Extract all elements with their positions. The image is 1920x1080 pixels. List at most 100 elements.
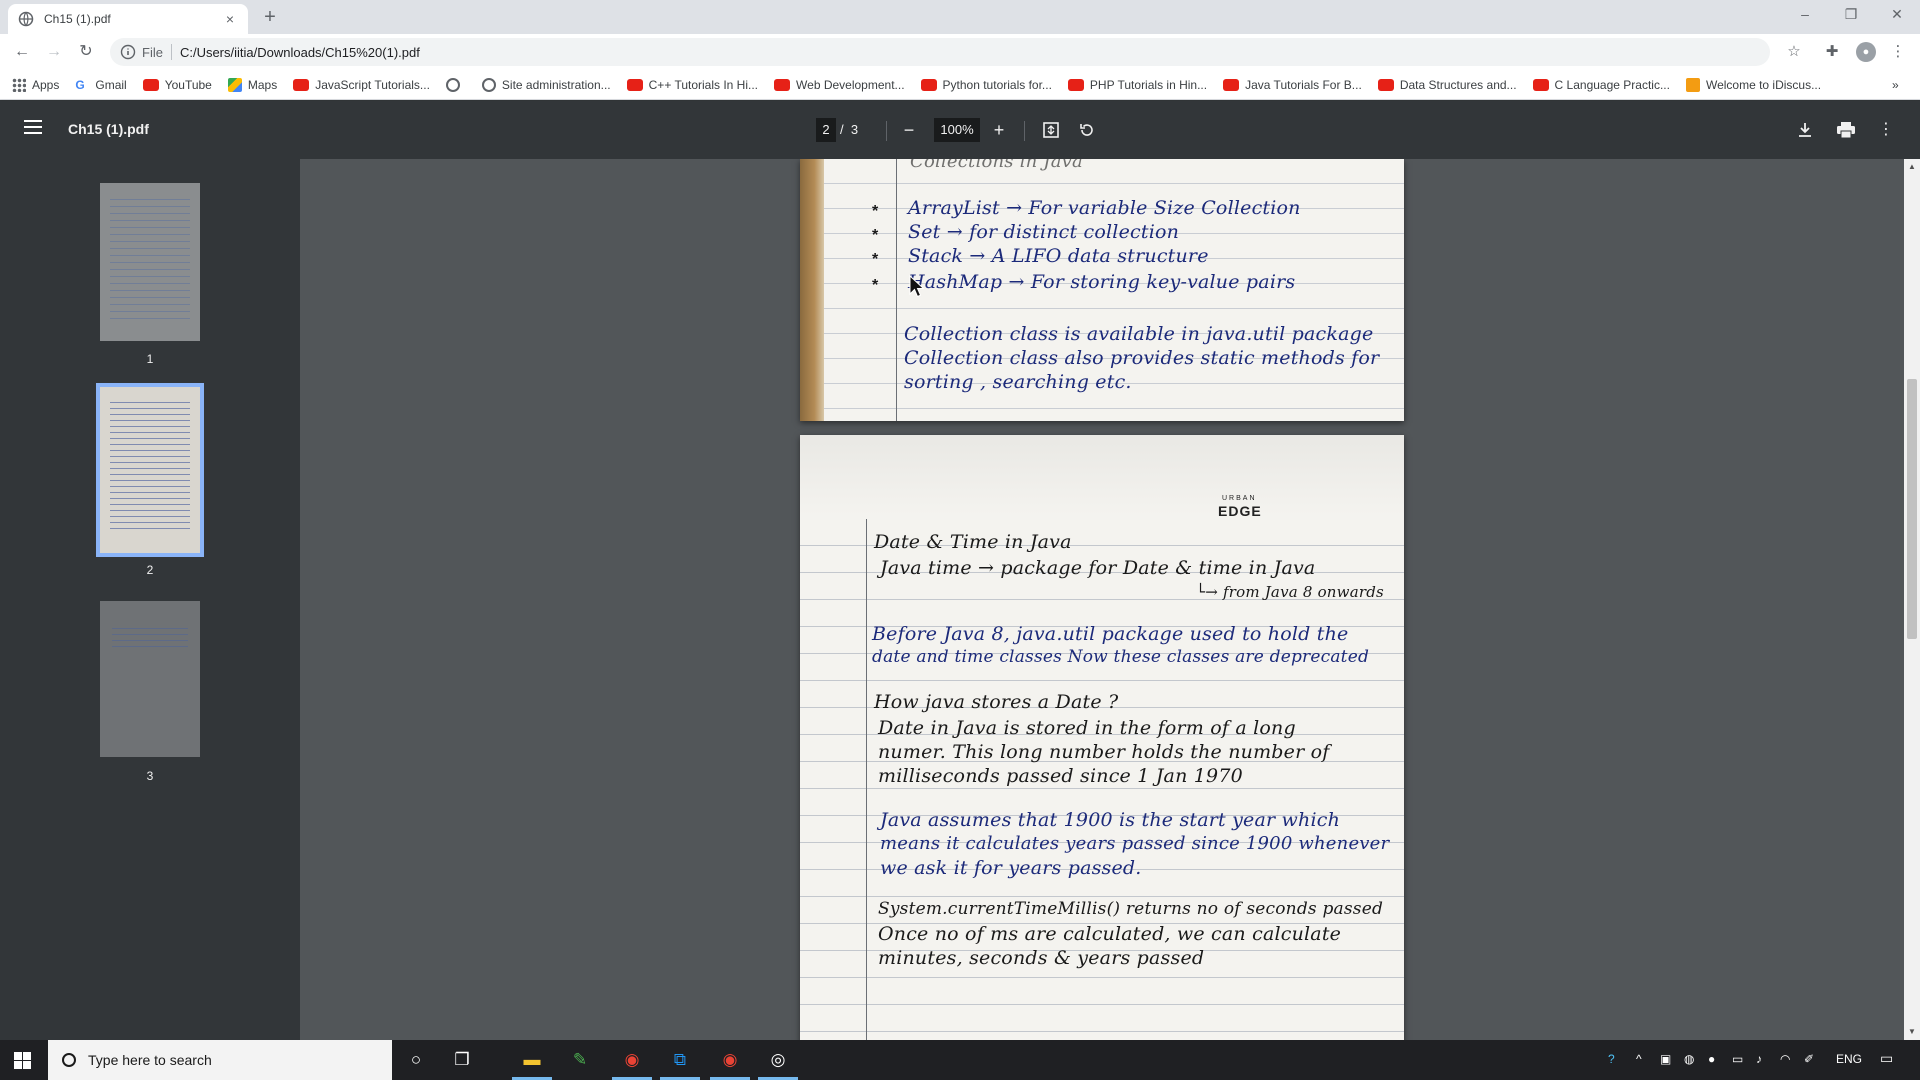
- bookmark-idiscuss[interactable]: Welcome to iDiscus...: [1685, 77, 1821, 92]
- youtube-icon: [1377, 78, 1394, 91]
- brand-small: URBAN: [1222, 495, 1257, 502]
- obs-icon[interactable]: ◎: [766, 1048, 790, 1072]
- taskbar-search-box[interactable]: Type here to search: [48, 1040, 392, 1080]
- bookmark-javascript[interactable]: JavaScript Tutorials...: [293, 78, 430, 92]
- page-thumbnail-1[interactable]: [100, 183, 200, 341]
- thumbnail-label: 2: [146, 563, 154, 577]
- address-url[interactable]: C:/Users/iitia/Downloads/Ch15%20(1).pdf: [180, 45, 420, 60]
- volume-icon[interactable]: ♪: [1756, 1052, 1762, 1066]
- pdf-page-2: URBAN EDGE Date & Time in Java Java time…: [800, 435, 1404, 1040]
- notification-icon[interactable]: ▭: [1880, 1050, 1893, 1067]
- vscode-icon[interactable]: ⧉: [668, 1048, 692, 1072]
- bookmark-cpp[interactable]: C++ Tutorials In Hi...: [626, 78, 758, 92]
- toolbar-divider: [886, 121, 887, 141]
- note-line: numer. This long number holds the number…: [878, 741, 1330, 763]
- bookmark-gmail[interactable]: G Gmail: [75, 78, 126, 92]
- back-arrow-icon[interactable]: ←: [10, 40, 34, 64]
- network-icon[interactable]: ◠: [1780, 1052, 1790, 1066]
- globe-icon: [481, 77, 496, 92]
- new-tab-button[interactable]: +: [258, 6, 282, 30]
- bullet-mark: *: [872, 277, 879, 294]
- tray-app-icon[interactable]: ▣: [1660, 1052, 1671, 1066]
- hamburger-menu-icon[interactable]: [24, 120, 42, 134]
- page-thumbnail-3[interactable]: [100, 601, 200, 757]
- browser-tab[interactable]: Ch15 (1).pdf ×: [8, 4, 248, 34]
- battery-icon[interactable]: ▭: [1732, 1052, 1743, 1066]
- tray-overflow-icon[interactable]: ^: [1636, 1052, 1642, 1066]
- download-icon[interactable]: [1796, 121, 1814, 139]
- forward-arrow-icon[interactable]: →: [42, 40, 66, 64]
- bookmark-apps[interactable]: Apps: [12, 77, 59, 92]
- scrollbar-thumb[interactable]: [1907, 379, 1917, 639]
- tab-close-icon[interactable]: ×: [222, 11, 238, 27]
- restore-button[interactable]: ❐: [1828, 0, 1874, 30]
- note-line: minutes, seconds & years passed: [878, 947, 1205, 969]
- browser-toolbar: ← → ↻ File C:/Users/iitia/Downloads/Ch15…: [0, 34, 1920, 70]
- chrome-icon[interactable]: ◉: [620, 1048, 644, 1072]
- bookmark-site-admin[interactable]: Site administration...: [481, 77, 611, 92]
- youtube-icon: [293, 78, 310, 91]
- bookmark-c-language[interactable]: C Language Practic...: [1532, 78, 1670, 92]
- mouse-cursor-icon: [909, 275, 924, 298]
- youtube-icon: [1067, 78, 1084, 91]
- youtube-icon: [1532, 78, 1549, 91]
- bookmark-php[interactable]: PHP Tutorials in Hin...: [1067, 78, 1207, 92]
- profile-avatar[interactable]: ●: [1856, 42, 1876, 62]
- bookmark-maps[interactable]: Maps: [227, 77, 277, 92]
- bookmarks-overflow-button[interactable]: »: [1892, 78, 1899, 92]
- pdf-viewport[interactable]: Collections in Java * ArrayList → For va…: [300, 159, 1904, 1040]
- bookmark-globe[interactable]: [445, 77, 466, 92]
- youtube-icon: [1223, 78, 1240, 91]
- bookmark-dsa[interactable]: Data Structures and...: [1377, 78, 1517, 92]
- extensions-icon[interactable]: ✚: [1822, 42, 1842, 62]
- notepad-icon[interactable]: ✎: [568, 1048, 592, 1072]
- thumbnail-sidebar: 1 2 3: [0, 159, 300, 1040]
- page-thumbnail-2[interactable]: [96, 383, 204, 557]
- youtube-icon: [142, 78, 159, 91]
- note-line: we ask it for years passed.: [880, 857, 1142, 879]
- note-line: Set → for distinct collection: [908, 221, 1180, 243]
- reload-icon[interactable]: ↻: [74, 40, 98, 64]
- scroll-up-icon[interactable]: ▲: [1904, 159, 1920, 175]
- note-line: Collection class also provides static me…: [904, 347, 1380, 369]
- minimize-button[interactable]: –: [1782, 0, 1828, 30]
- bookmark-webdev[interactable]: Web Development...: [774, 78, 905, 92]
- bookmark-youtube[interactable]: YouTube: [142, 78, 212, 92]
- file-explorer-icon[interactable]: ▬: [520, 1048, 544, 1072]
- fit-to-page-icon[interactable]: [1042, 121, 1060, 139]
- rotate-icon[interactable]: [1078, 121, 1096, 139]
- language-indicator[interactable]: ENG: [1836, 1052, 1862, 1066]
- kebab-menu-icon[interactable]: ⋮: [1888, 42, 1908, 62]
- chrome-icon[interactable]: ◉: [718, 1048, 742, 1072]
- zoom-out-button[interactable]: −: [898, 117, 920, 143]
- note-line: HashMap → For storing key-value pairs: [908, 271, 1296, 293]
- microphone-icon[interactable]: ●: [1708, 1052, 1715, 1066]
- bookmark-python[interactable]: Python tutorials for...: [920, 78, 1052, 92]
- toolbar-divider: [1024, 121, 1025, 141]
- task-view-icon[interactable]: ❐: [450, 1048, 474, 1072]
- close-window-button[interactable]: ✕: [1874, 0, 1920, 30]
- help-icon[interactable]: ?: [1608, 1052, 1615, 1066]
- note-line: ArrayList → For variable Size Collection: [908, 197, 1301, 219]
- pdf-more-icon[interactable]: ⋮: [1878, 117, 1894, 143]
- note-line: sorting , searching etc.: [904, 371, 1132, 393]
- windows-start-icon[interactable]: [14, 1052, 31, 1069]
- bookmark-java[interactable]: Java Tutorials For B...: [1223, 78, 1362, 92]
- cortana-icon[interactable]: ○: [404, 1048, 428, 1072]
- maps-icon: [227, 77, 242, 92]
- idiscuss-icon: [1685, 77, 1700, 92]
- vertical-scrollbar[interactable]: ▲ ▼: [1904, 159, 1920, 1040]
- pen-icon[interactable]: ✐: [1804, 1052, 1814, 1066]
- scroll-down-icon[interactable]: ▼: [1904, 1024, 1920, 1040]
- note-line: date and time classes Now these classes …: [872, 647, 1370, 667]
- note-line: means it calculates years passed since 1…: [880, 833, 1390, 854]
- pdf-toolbar: Ch15 (1).pdf 2 / 3 − 100% + ⋮: [0, 101, 1920, 159]
- tray-app-icon[interactable]: ◍: [1684, 1052, 1694, 1066]
- address-bar[interactable]: File C:/Users/iitia/Downloads/Ch15%20(1)…: [110, 38, 1770, 66]
- print-icon[interactable]: [1836, 121, 1856, 139]
- page-number-input[interactable]: 2: [816, 118, 836, 142]
- bookmark-star-icon[interactable]: ☆: [1784, 42, 1804, 62]
- info-icon: [120, 44, 136, 60]
- zoom-level-input[interactable]: 100%: [934, 118, 980, 142]
- zoom-in-button[interactable]: +: [988, 117, 1010, 143]
